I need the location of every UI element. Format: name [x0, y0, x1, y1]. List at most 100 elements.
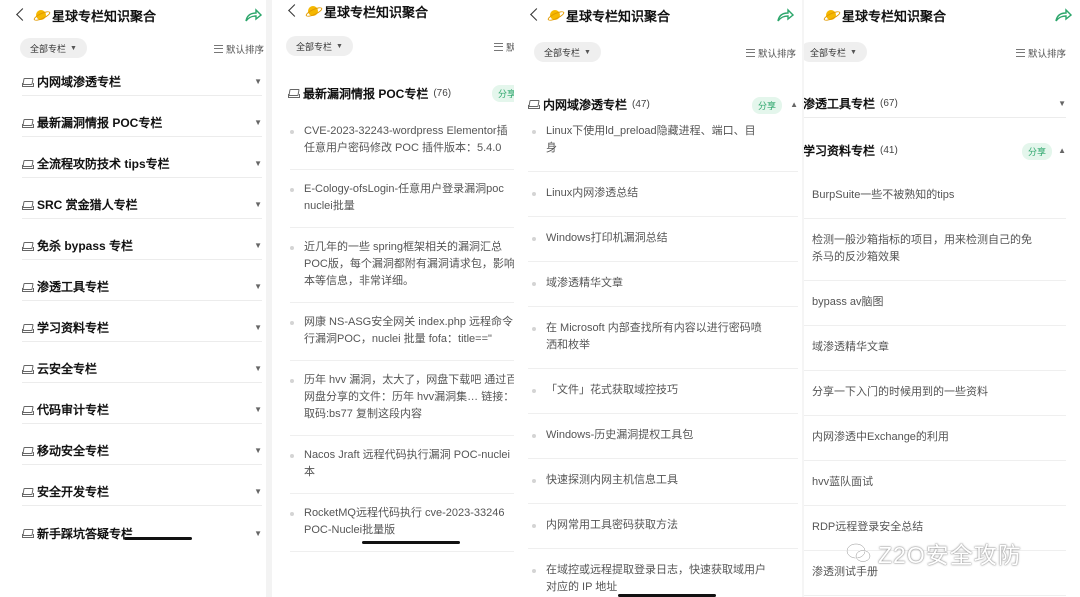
article-bullet	[290, 246, 294, 250]
share-badge[interactable]: 分享	[492, 85, 514, 102]
planet-icon	[548, 8, 562, 22]
article-item[interactable]: 快速探测内网主机信息工具	[546, 472, 678, 489]
back-arrow-icon[interactable]	[286, 4, 300, 18]
article-item[interactable]: RDP远程登录安全总结	[812, 519, 923, 536]
filter-label: 全部专栏	[30, 43, 67, 54]
column-row[interactable]: 代码审计专栏 ▼	[22, 396, 262, 424]
caret-down-icon: ▼	[584, 48, 591, 56]
article-title-line: POC版，每个漏洞都附有漏洞请求包，影响	[304, 258, 514, 270]
sort-button[interactable]: 默认排序	[1015, 46, 1066, 60]
article-title-line: CVE-2023-32243-wordpress Elementor插	[304, 125, 508, 137]
sort-label: 默认排序	[757, 49, 796, 60]
article-item[interactable]: 在域控或远程提取登录日志，快速获取域用户 对应的 IP 地址	[546, 562, 766, 596]
filter-label: 全部专栏	[810, 47, 847, 58]
column-title: 学习资料专栏	[37, 321, 110, 335]
article-item[interactable]: bypass av脑图	[812, 294, 884, 311]
article-item[interactable]: Linux下使用ld_preload隐藏进程、端口、目身	[546, 123, 756, 157]
back-arrow-icon[interactable]	[14, 8, 28, 22]
article-item[interactable]: BurpSuite一些不被熟知的tips	[812, 187, 954, 204]
share-arrow-icon[interactable]	[244, 8, 263, 22]
caret-down-icon: ▼	[254, 159, 262, 168]
article-item[interactable]: CVE-2023-32243-wordpress Elementor插 任意用户密…	[304, 123, 508, 157]
caret-down-icon: ▼	[1058, 99, 1066, 108]
column-count: (76)	[433, 87, 452, 99]
article-item[interactable]: Linux内网渗透总结	[546, 185, 638, 202]
back-arrow-icon[interactable]	[528, 8, 542, 22]
article-title-line: Nacos Jraft 远程代码执行漏洞 POC-nuclei	[304, 449, 510, 461]
column-row[interactable]: 全流程攻防技术 tips专栏 ▼	[22, 150, 262, 178]
article-title-line: 域渗透精华文章	[546, 277, 623, 289]
article-divider	[804, 280, 1066, 281]
column-row[interactable]: 内网域渗透专栏 ▼	[22, 68, 262, 96]
column-row[interactable]: 移动安全专栏 ▼	[22, 437, 262, 465]
filter-dropdown[interactable]: 全部专栏 ▼	[534, 42, 601, 62]
article-item[interactable]: 分享一下入门的时候用到的一些资料	[812, 384, 988, 401]
filter-dropdown[interactable]: 全部专栏 ▼	[20, 38, 87, 58]
column-stack-icon	[22, 118, 34, 128]
page-title: 星球专栏知识聚合	[842, 8, 947, 24]
column-header[interactable]: 最新漏洞情报 POC专栏 (76)	[288, 79, 514, 107]
panel-column-list: 星球专栏知识聚合 全部专栏 ▼ 默认排序 内网域渗透专栏 ▼ 最新漏洞情报 POC专栏…	[0, 0, 272, 597]
article-divider	[804, 460, 1066, 461]
share-arrow-icon[interactable]	[1054, 8, 1073, 22]
column-stack-icon	[22, 241, 34, 251]
article-title-line: nuclei批量	[304, 200, 355, 212]
caret-down-icon: ▼	[254, 487, 262, 496]
article-item[interactable]: 域渗透精华文章	[812, 339, 889, 356]
column-row[interactable]: SRC 赏金猎人专栏 ▼	[22, 191, 262, 219]
column-stack-icon	[22, 364, 34, 374]
article-item[interactable]: 历年 hvv 漏洞，太大了，网盘下载吧 通过百 网盘分享的文件：历年 hvv漏洞集…	[304, 372, 514, 423]
column-row[interactable]: 云安全专栏 ▼	[22, 355, 262, 383]
article-item[interactable]: 近几年的一些 spring框架相关的漏洞汇总 POC版，每个漏洞都附有漏洞请求包，…	[304, 239, 514, 290]
column-row[interactable]: 免杀 bypass 专栏 ▼	[22, 232, 262, 260]
caret-down-icon: ▼	[254, 446, 262, 455]
sort-icon	[213, 45, 223, 53]
column-header[interactable]: 渗透工具专栏 (67) ▼	[804, 90, 1066, 118]
article-item[interactable]: 域渗透精华文章	[546, 275, 623, 292]
column-count: (47)	[632, 98, 650, 110]
article-item[interactable]: 「文件」花式获取域控技巧	[546, 382, 678, 399]
article-divider	[290, 227, 514, 228]
share-badge[interactable]: 分享	[752, 97, 783, 114]
filter-dropdown[interactable]: 全部专栏 ▼	[804, 42, 867, 62]
article-item[interactable]: RocketMQ远程代码执行 cve-2023-33246 POC-Nuclei批…	[304, 505, 505, 539]
article-item[interactable]: 在 Microsoft 内部查找所有内容以进行密码喷 洒和枚举	[546, 320, 762, 354]
article-item[interactable]: 内网渗透中Exchange的利用	[812, 429, 949, 446]
article-title-line: Windows打印机漏洞总结	[546, 232, 668, 244]
share-arrow-icon[interactable]	[776, 8, 795, 22]
filter-dropdown[interactable]: 全部专栏 ▼	[286, 36, 353, 56]
article-divider	[290, 435, 514, 436]
article-title-line: 快速探测内网主机信息工具	[546, 474, 678, 486]
article-item[interactable]: 内网常用工具密码获取方法	[546, 517, 678, 534]
article-divider	[528, 171, 798, 172]
article-item[interactable]: Windows打印机漏洞总结	[546, 230, 668, 247]
column-title: 内网域渗透专栏	[37, 75, 122, 89]
column-row[interactable]: 最新漏洞情报 POC专栏 ▼	[22, 109, 262, 137]
column-stack-icon	[22, 405, 34, 415]
article-item[interactable]: 网康 NS-ASG安全网关 index.php 远程命令 行漏洞POC，nucle…	[304, 314, 513, 348]
share-badge[interactable]: 分享	[1022, 143, 1053, 160]
column-row[interactable]: 安全开发专栏 ▼	[22, 478, 262, 506]
article-divider	[290, 169, 514, 170]
article-title-line: 杀马的反沙箱效果	[812, 251, 900, 263]
article-item[interactable]: 检测一般沙箱指标的项目，用来检测自己的免 杀马的反沙箱效果	[812, 232, 1032, 266]
column-row[interactable]: 渗透工具专栏 ▼	[22, 273, 262, 301]
article-title-line: bypass av脑图	[812, 296, 884, 308]
article-item[interactable]: Nacos Jraft 远程代码执行漏洞 POC-nuclei 本	[304, 447, 510, 481]
sort-label: 默认排序	[225, 45, 264, 56]
article-bullet	[290, 379, 294, 383]
sort-button[interactable]: 默认排序	[213, 42, 264, 56]
caret-down-icon: ▼	[254, 241, 262, 250]
sort-label: 默认排序	[505, 43, 514, 54]
sort-button[interactable]: 默认排序	[493, 40, 514, 54]
column-stack-icon	[22, 159, 34, 169]
column-row[interactable]: 新手踩坑答疑专栏 ▼	[22, 519, 262, 547]
article-item[interactable]: E-Cology-ofsLogin-任意用户登录漏洞poc nuclei批量	[304, 181, 504, 215]
column-row[interactable]: 学习资料专栏 ▼	[22, 314, 262, 342]
article-item[interactable]: Windows-历史漏洞提权工具包	[546, 427, 693, 444]
column-stack-icon	[22, 323, 34, 333]
sort-button[interactable]: 默认排序	[745, 46, 796, 60]
column-title: 最新漏洞情报 POC专栏	[303, 86, 429, 101]
panel-tools-column: 星球专栏知识聚合 全部专栏 ▼ 默认排序 渗透工具专栏 (67) ▼ 学习资料专栏…	[804, 0, 1080, 597]
article-item[interactable]: hvv蓝队面试	[812, 474, 873, 491]
